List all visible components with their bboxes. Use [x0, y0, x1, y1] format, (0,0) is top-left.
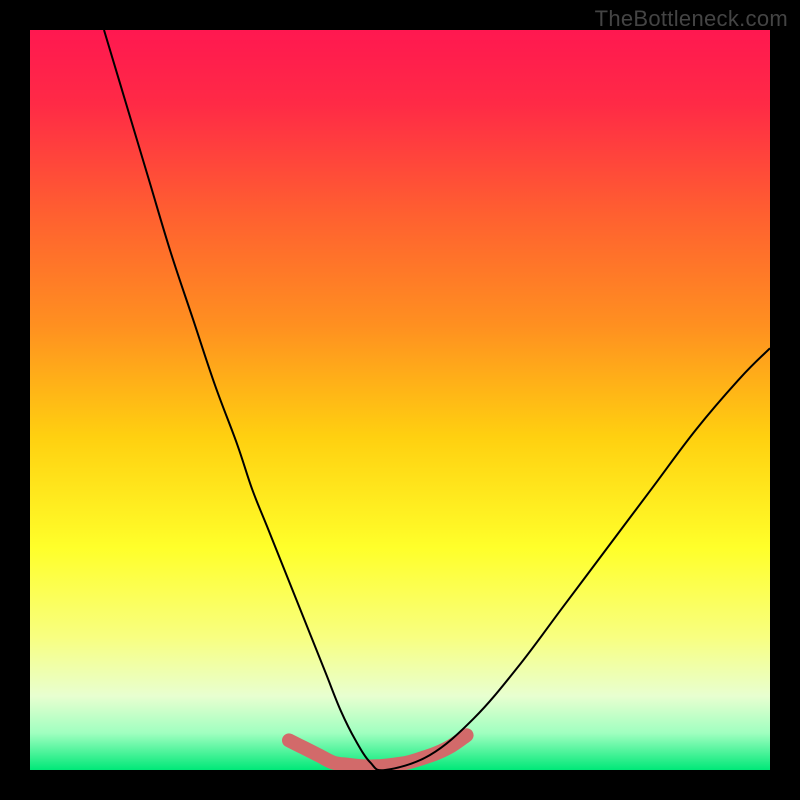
trough-highlight-path	[289, 735, 467, 766]
chart-curves-layer	[30, 30, 770, 770]
chart-plot-area	[30, 30, 770, 770]
watermark-label: TheBottleneck.com	[595, 6, 788, 32]
main-curve-path	[104, 30, 770, 770]
